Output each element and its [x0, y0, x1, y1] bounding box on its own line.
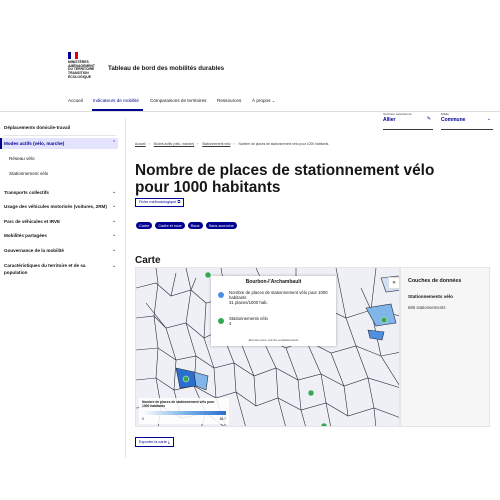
- marianne-flag-icon: [68, 52, 78, 59]
- selector-underline: [383, 129, 433, 130]
- territoire-value: Allier: [383, 117, 396, 123]
- fiche-methodologique-button[interactable]: Fiche méthodologique ⧉: [135, 198, 185, 207]
- popup-row-ratio: Nombre de places de stationnement vélo p…: [229, 290, 329, 305]
- sidebar-item-reseau-velo[interactable]: Réseau vélo: [9, 156, 35, 161]
- export-label: Exporter la carte: [139, 440, 167, 444]
- sidebar-active-bar: [0, 138, 2, 149]
- sidebar-item-parc-irve[interactable]: Parc de véhicules et IRVE: [4, 219, 60, 224]
- fiche-label: Fiche méthodologique: [139, 200, 177, 204]
- popup-row-value: 4: [229, 321, 232, 326]
- map-canvas[interactable]: Bourbon-l'Archambault Nombre de places d…: [135, 267, 400, 427]
- service-title[interactable]: Tableau de bord des mobilités durables: [108, 65, 224, 72]
- sidebar-item-gouvernance[interactable]: Gouvernance de la mobilité: [4, 248, 64, 253]
- tag-cadre-et-roue[interactable]: Cadre et roue: [155, 222, 185, 229]
- layers-title: Couches de données: [408, 278, 462, 284]
- sidebar-item-domicile-travail[interactable]: Déplacements domicile-travail: [4, 125, 70, 130]
- breadcrumb-sep: ›: [197, 142, 199, 146]
- territoire-selector[interactable]: Territoire sélectionné Allier ✎: [383, 112, 433, 130]
- popup-row-label: Stationnements vélo: [229, 316, 268, 321]
- breadcrumb-current: Nombre de places de stationnement vélo p…: [238, 142, 329, 146]
- download-icon: ⤓: [167, 440, 170, 444]
- blue-dot-icon: [218, 292, 224, 298]
- sidebar-item-modes-actifs[interactable]: Modes actifs (vélo, marche): [4, 141, 64, 146]
- sidebar-item-vehicules-motorises[interactable]: Usage des véhicules motorisés (voitures,…: [4, 204, 107, 209]
- layer-item-stationnements[interactable]: Stationnements vélo: [408, 294, 453, 299]
- popup-row-count: Stationnements vélo 4: [229, 316, 268, 326]
- export-map-button[interactable]: Exporter la carte ⤓: [135, 437, 174, 447]
- sidebar-item-stationnement-velo[interactable]: Stationnement vélo: [9, 171, 48, 176]
- nav-item-a-propos[interactable]: À propos ⌄: [252, 98, 276, 104]
- legend-min: 0: [142, 417, 144, 421]
- nav-item-ressources[interactable]: Ressources: [217, 98, 241, 103]
- logo-line: Écologique: [68, 74, 91, 79]
- nav-active-indicator: [92, 109, 143, 111]
- layers-toggle-button[interactable]: »: [388, 277, 400, 289]
- sidebar-item-transports-collectifs[interactable]: Transports collectifs: [4, 190, 49, 195]
- chevron-down-icon: ⌄: [112, 247, 117, 253]
- layers-panel: Couches de données Stationnements vélo 6…: [400, 267, 490, 427]
- maille-selector[interactable]: Maille Commune ⌄: [441, 112, 493, 130]
- nav-item-indicateurs[interactable]: Indicateurs de mobilité: [93, 98, 139, 103]
- sidebar-divider: [4, 135, 116, 136]
- map-legend: Nombre de places de stationnement vélo p…: [139, 398, 229, 424]
- popup-note: Zoomez pour voir les emplacements: [248, 338, 299, 342]
- nav-label: À propos: [252, 98, 271, 103]
- tag-roue[interactable]: Roue: [187, 222, 203, 229]
- breadcrumb-sep: ›: [233, 142, 235, 146]
- tag-cadre[interactable]: Cadre: [136, 222, 153, 229]
- layer-count: 686 stationnements: [408, 305, 446, 310]
- legend-title: Nombre de places de stationnement vélo p…: [142, 400, 215, 408]
- main-nav: Accueil Indicateurs de mobilité Comparai…: [0, 92, 500, 112]
- nav-item-comparaisons[interactable]: Comparaisons de territoires: [150, 98, 206, 103]
- chevron-down-icon: ⌄: [486, 116, 491, 122]
- section-title-carte: Carte: [135, 255, 161, 266]
- legend-max: 58.7: [219, 417, 226, 421]
- page-title: Nombre de places de stationnement vélo p…: [135, 162, 435, 196]
- sidebar-item-mobilites-partagees[interactable]: Mobilités partagées: [4, 233, 47, 238]
- breadcrumb-item[interactable]: Modes actifs (vélo, marche): [154, 142, 195, 146]
- maille-value: Commune: [441, 117, 466, 123]
- map-popup: Bourbon-l'Archambault Nombre de places d…: [211, 276, 336, 346]
- popup-row-value: 31 places/1000 hab.: [229, 300, 268, 305]
- selector-underline: [441, 129, 493, 130]
- site-header: Ministères Aménagement du Territoire Tra…: [0, 0, 500, 92]
- breadcrumb-item[interactable]: Accueil: [135, 142, 146, 146]
- external-link-icon: ⧉: [177, 200, 181, 204]
- chevron-down-icon: ⌄: [271, 98, 276, 103]
- chevron-down-icon: ⌄: [112, 232, 117, 238]
- green-dot-icon: [218, 318, 224, 324]
- nav-item-accueil[interactable]: Accueil: [68, 98, 83, 103]
- breadcrumb-sep: ›: [148, 142, 150, 146]
- tag-group: Cadre Cadre et roue Roue Sans accroche: [136, 222, 237, 229]
- content-divider: [125, 118, 126, 458]
- legend-gradient: [142, 411, 226, 415]
- pencil-icon: ✎: [426, 116, 431, 122]
- breadcrumb-item[interactable]: Stationnement vélo: [202, 142, 230, 146]
- maille-label: Maille: [441, 112, 450, 116]
- tag-sans-accroche[interactable]: Sans accroche: [205, 222, 237, 229]
- territoire-label: Territoire sélectionné: [383, 112, 412, 116]
- sidebar-item-caracteristiques[interactable]: Caractéristiques du territoire et de sa …: [4, 262, 104, 276]
- popup-title: Bourbon-l'Archambault: [245, 279, 302, 285]
- popup-row-label: Nombre de places de stationnement vélo p…: [229, 290, 328, 300]
- republique-logo[interactable]: Ministères Aménagement du Territoire Tra…: [68, 52, 102, 80]
- breadcrumb: Accueil › Modes actifs (vélo, marche) › St…: [135, 142, 331, 146]
